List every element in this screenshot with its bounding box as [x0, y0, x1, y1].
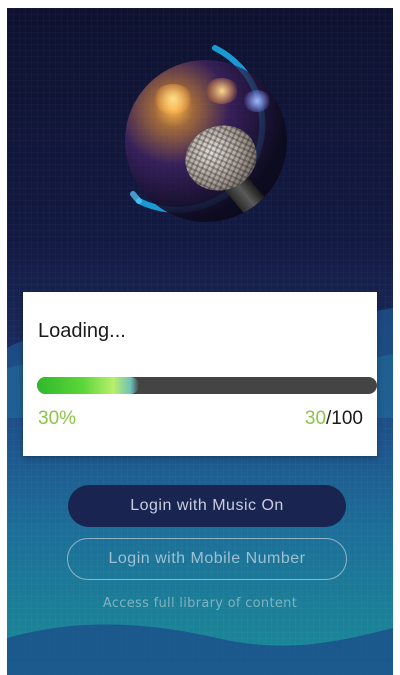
microphone-photo — [125, 60, 287, 222]
progress-count-total: /100 — [326, 408, 363, 429]
login-mobile-number-button[interactable]: Login with Mobile Number — [67, 538, 347, 580]
loading-title: Loading... — [38, 320, 126, 342]
progress-count: 30/100 — [305, 408, 363, 430]
login-music-on-button[interactable]: Login with Music On — [68, 485, 346, 527]
app-screen: Loading... 30% 30/100 Login with Music O… — [7, 8, 393, 675]
bottom-wave — [7, 624, 393, 675]
progress-bar-fill — [37, 377, 139, 394]
loading-dialog: Loading... 30% 30/100 — [23, 292, 377, 456]
progress-percent: 30% — [38, 408, 77, 429]
progress-bar — [37, 377, 377, 394]
progress-count-current: 30 — [304, 408, 327, 429]
